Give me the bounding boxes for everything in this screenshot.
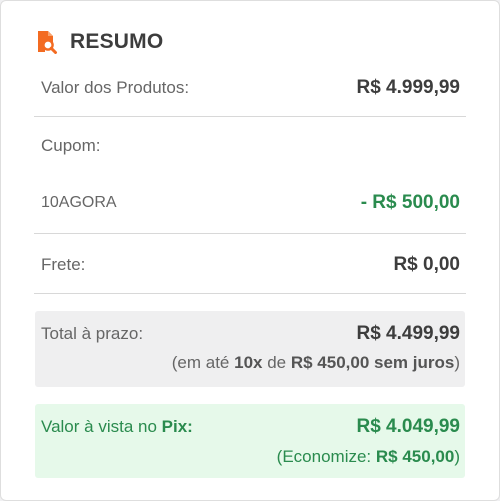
pix-value: R$ 4.049,99: [356, 416, 460, 437]
pix-savings-note: (Economize: R$ 450,00): [276, 447, 460, 466]
total-row: Total à prazo: R$ 4.499,99: [41, 319, 460, 349]
summary-header: RESUMO: [34, 27, 163, 57]
coupon-row: 10AGORA - R$ 500,00: [41, 188, 460, 218]
document-search-icon: [38, 31, 57, 54]
total-label: Total à prazo:: [41, 324, 144, 343]
summary-card: RESUMO Valor dos Produtos: R$ 4.999,99 C…: [0, 0, 500, 501]
coupon-code: 10AGORA: [41, 194, 117, 211]
divider: [34, 233, 466, 234]
summary-title: RESUMO: [70, 30, 164, 53]
shipping-label: Frete:: [41, 255, 86, 274]
products-label: Valor dos Produtos:: [41, 78, 190, 97]
shipping-row: Frete: R$ 0,00: [41, 250, 460, 280]
products-row: Valor dos Produtos: R$ 4.999,99: [41, 73, 460, 103]
total-value: R$ 4.499,99: [356, 323, 460, 344]
shipping-value: R$ 0,00: [393, 254, 460, 275]
coupon-label-row: Cupom:: [41, 132, 460, 160]
pix-savings-value: R$ 450,00: [375, 447, 455, 466]
pix-row: Valor à vista no Pix: R$ 4.049,99: [41, 412, 460, 442]
installment-count: 10x: [234, 353, 263, 372]
products-value: R$ 4.999,99: [356, 77, 460, 98]
installment-value: R$ 450,00 sem juros: [290, 353, 455, 372]
divider: [34, 293, 466, 294]
divider: [34, 116, 466, 117]
pix-label: Valor à vista no Pix:: [41, 417, 193, 436]
coupon-label: Cupom:: [41, 136, 101, 155]
installment-note: (em até 10x de R$ 450,00 sem juros): [171, 353, 460, 372]
coupon-discount: - R$ 500,00: [360, 192, 460, 213]
